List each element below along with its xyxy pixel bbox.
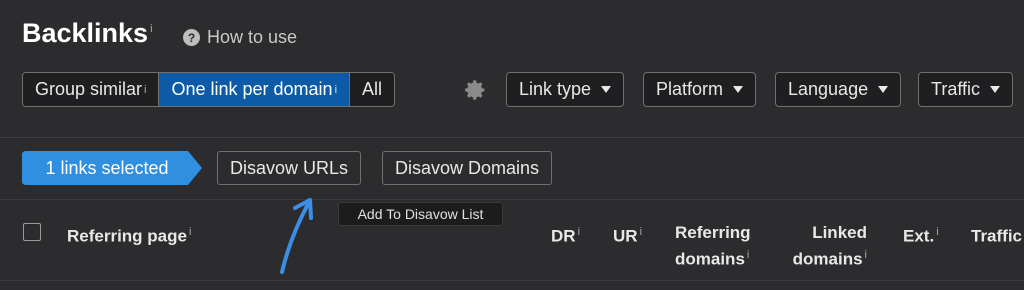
tooltip-text: Add To Disavow List [357, 206, 484, 222]
column-label-line1: Referring [675, 223, 751, 242]
column-ur[interactable]: UR i [613, 221, 642, 248]
all-button[interactable]: All [350, 73, 395, 106]
column-referring-page[interactable]: Referring page i [67, 221, 191, 248]
caret-down-icon [601, 86, 612, 93]
group-similar-label: Group similar [35, 79, 143, 99]
column-label-line1: Linked [812, 223, 867, 242]
select-all-checkbox[interactable] [23, 223, 41, 241]
disavow-domains-button[interactable]: Disavow Domains [382, 151, 553, 185]
disavow-tooltip: Add To Disavow List [338, 202, 503, 226]
how-to-use-label: How to use [207, 27, 298, 47]
info-icon: i [936, 226, 939, 238]
table-header-bottom-divider [0, 280, 1024, 281]
column-referring-domains[interactable]: Referring domains i [675, 221, 751, 271]
caret-down-icon [878, 86, 889, 93]
traffic-label: Traffic [931, 79, 981, 99]
column-ext[interactable]: Ext. i [903, 221, 939, 248]
column-label: UR [613, 226, 638, 246]
link-type-label: Link type [519, 79, 592, 99]
how-to-use-link[interactable]: ? How to use [183, 27, 297, 48]
platform-dropdown[interactable]: Platform [643, 72, 757, 107]
disavow-domains-label: Disavow Domains [395, 157, 540, 178]
column-traffic[interactable]: Traffici [971, 221, 1024, 248]
disavow-urls-button[interactable]: Disavow URLs [217, 151, 362, 185]
caret-down-icon [733, 86, 744, 93]
caret-down-icon [990, 86, 1001, 93]
annotation-arrow-icon [280, 198, 313, 274]
platform-label: Platform [656, 79, 724, 99]
link-type-dropdown[interactable]: Link type [506, 72, 625, 107]
column-label-line2: domains [675, 249, 745, 269]
column-label: Referring page [67, 226, 187, 246]
column-dr[interactable]: DR i [551, 221, 580, 248]
page-title: Backlinks i [22, 18, 153, 49]
disavow-urls-label: Disavow URLs [230, 157, 349, 178]
info-icon: i [639, 226, 643, 238]
group-similar-button[interactable]: Group similar i [23, 73, 160, 106]
table-header-top-divider [0, 199, 1024, 200]
all-label: All [362, 79, 383, 99]
language-label: Language [788, 79, 869, 99]
column-label-line2: domains [792, 249, 863, 269]
selection-count-label: 1 links selected [45, 157, 169, 178]
info-icon: i [334, 83, 338, 96]
language-dropdown[interactable]: Language [775, 72, 902, 107]
info-icon: i [577, 226, 581, 238]
column-label: DR [551, 226, 576, 246]
column-label: Traffic [971, 226, 1023, 246]
one-link-per-domain-label: One link per domain [171, 79, 333, 99]
column-linked-domains[interactable]: Linked domains i [785, 221, 867, 271]
question-circle-icon: ? [183, 29, 200, 46]
gear-icon[interactable] [463, 78, 487, 102]
info-icon: i [144, 83, 147, 96]
traffic-dropdown[interactable]: Traffic [918, 72, 1014, 107]
one-link-per-domain-button[interactable]: One link per domain i [159, 73, 351, 106]
column-label: Ext. [903, 226, 935, 246]
info-icon: i [188, 226, 192, 238]
link-grouping-toggle: Group similar i One link per domain i All [22, 72, 396, 107]
toolbar-divider [0, 137, 1024, 138]
info-icon: i [746, 249, 750, 261]
title-info-icon[interactable]: i [150, 23, 152, 35]
page-title-text: Backlinks [22, 18, 149, 48]
info-icon: i [864, 249, 867, 261]
